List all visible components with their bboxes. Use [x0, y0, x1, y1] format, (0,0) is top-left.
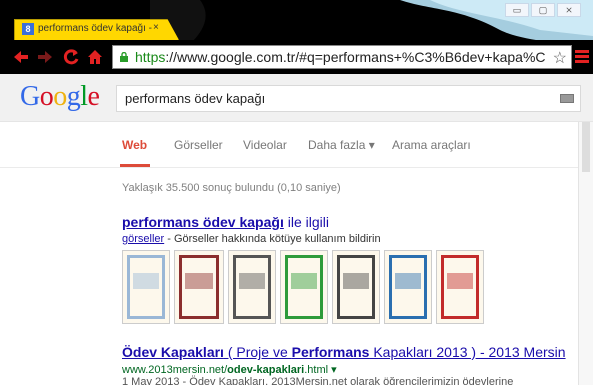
result-url-path: odev-kapaklari [227, 364, 305, 376]
logo-letter: o [39, 81, 54, 112]
browser-tab[interactable]: 8 performans ödev kapağı - × [14, 19, 179, 40]
google-logo[interactable]: Google [20, 81, 100, 113]
title-bar: 8 performans ödev kapağı - × ▭ ▢ ⨯ [0, 0, 593, 44]
close-window-button[interactable]: ⨯ [557, 3, 581, 17]
back-arrow-icon[interactable] [12, 48, 30, 66]
result-title-part: Kapakları 2013 ) - 2013 Mersin [369, 344, 566, 360]
image-thumbnail[interactable] [174, 250, 224, 324]
image-thumbnail[interactable] [436, 250, 484, 324]
tab-images[interactable]: Görseller [174, 138, 223, 152]
url-rest: ://www.google.com.tr/#q=performans+%C3%B… [165, 49, 545, 65]
reload-icon[interactable] [62, 48, 80, 66]
search-query: performans ödev kapağı [125, 91, 266, 106]
forward-arrow-icon[interactable] [36, 48, 54, 66]
search-input[interactable]: performans ödev kapağı [116, 85, 581, 112]
url-scheme: https [135, 49, 166, 65]
scrollbar-thumb[interactable] [582, 122, 590, 172]
navigation-bar: https://www.google.com.tr/#q=performans+… [0, 40, 593, 74]
result-title-part: ( Proje ve [223, 344, 292, 360]
google-favicon-icon: 8 [22, 23, 34, 35]
url-text: https://www.google.com.tr/#q=performans+… [135, 49, 545, 65]
search-tabs: Web Görseller Videolar Daha fazla ▾ Aram… [0, 122, 578, 168]
image-results-title[interactable]: performans ödev kapağı ile ilgili [122, 214, 329, 230]
tab-videos[interactable]: Videolar [243, 138, 287, 152]
logo-letter: e [87, 81, 100, 112]
logo-letter: G [20, 81, 40, 112]
bookmark-star-icon[interactable]: ☆ [553, 48, 567, 68]
result-title-part: Performans [291, 344, 370, 360]
image-results-title-rest: ile ilgili [283, 214, 329, 230]
result-title-part: Ödev Kapakları [122, 344, 224, 360]
image-thumbnail[interactable] [332, 250, 380, 324]
logo-letter: l [80, 81, 88, 112]
keyboard-icon[interactable] [560, 94, 574, 103]
minimize-button[interactable]: ▭ [505, 3, 529, 17]
home-icon[interactable] [86, 48, 104, 66]
scrollbar[interactable] [578, 122, 593, 385]
google-header: Google performans ödev kapağı [0, 74, 593, 122]
address-bar[interactable]: https://www.google.com.tr/#q=performans+… [112, 45, 572, 69]
active-tab-indicator [120, 164, 150, 167]
image-thumbnail[interactable] [384, 250, 432, 324]
lock-icon [120, 52, 128, 62]
image-results-subline: görseller - Görseller hakkında kötüye ku… [122, 233, 381, 245]
result-title[interactable]: Ödev Kapakları ( Proje ve Performans Kap… [122, 344, 566, 360]
logo-letter: o [53, 81, 67, 112]
result-url: www.2013mersin.net/odev-kapaklari.html ▾ [122, 363, 337, 376]
maximize-button[interactable]: ▢ [531, 3, 555, 17]
result-url-domain: www.2013mersin.net/ [122, 364, 228, 376]
image-thumbnail[interactable] [228, 250, 276, 324]
result-stats: Yaklaşık 35.500 sonuç bulundu (0,10 sani… [122, 182, 341, 194]
tab-search-tools[interactable]: Arama araçları [392, 138, 471, 152]
image-thumbnail[interactable] [280, 250, 328, 324]
image-thumbnail[interactable] [122, 250, 170, 324]
images-link[interactable]: görseller [122, 233, 164, 245]
result-url-tail[interactable]: .html ▾ [304, 364, 336, 376]
tab-close-icon[interactable]: × [153, 22, 159, 33]
window-controls: ▭ ▢ ⨯ [505, 3, 581, 17]
tab-more[interactable]: Daha fazla ▾ [308, 138, 375, 152]
tab-title: performans ödev kapağı - [38, 23, 152, 34]
abuse-report-text: - Görseller hakkında kötüye kullanım bil… [164, 233, 381, 245]
tab-web[interactable]: Web [122, 138, 147, 152]
logo-letter: g [66, 81, 81, 112]
chrome-menu-icon[interactable] [575, 50, 589, 64]
image-results-title-bold: performans ödev kapağı [122, 214, 284, 230]
result-snippet: 1 May 2013 - Ödev Kapakları. 2013Mersin.… [122, 376, 514, 385]
